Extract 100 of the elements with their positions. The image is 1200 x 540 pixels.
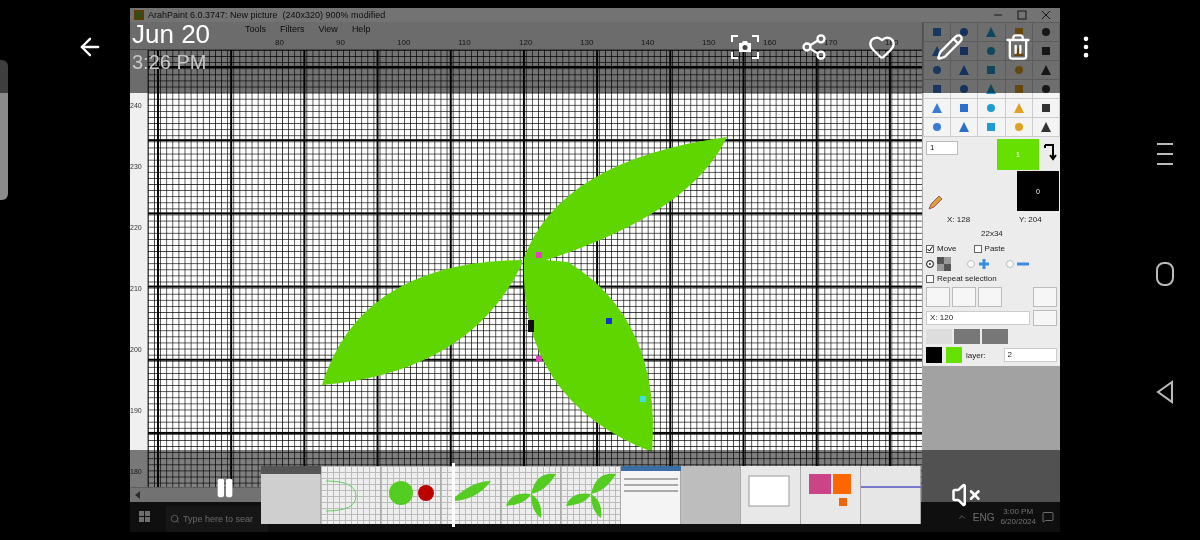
tool-glyph-icon (931, 83, 944, 95)
language-indicator[interactable]: ENG (972, 511, 995, 523)
tool-button[interactable] (951, 42, 978, 60)
checkbox-label: Paste (984, 244, 1006, 253)
ruler-label: 150 (702, 38, 716, 47)
home-icon[interactable] (1155, 260, 1175, 287)
ruler-label: 140 (641, 38, 655, 47)
checker-icon (937, 256, 951, 271)
tool-glyph-icon (985, 45, 998, 57)
video-thumbnail[interactable] (441, 466, 501, 524)
video-thumbnail[interactable] (561, 466, 621, 524)
tool-glyph-icon (1012, 83, 1025, 95)
layer-label: layer: (966, 350, 986, 360)
pen-size-field[interactable]: 1 (926, 141, 958, 155)
menu-item[interactable]: View (317, 24, 339, 34)
ruler-label: 100 (397, 38, 411, 47)
minus-icon (1017, 261, 1029, 266)
cursor-y: Y: 204 (1019, 215, 1042, 224)
edit-icon[interactable] (936, 32, 964, 61)
menu-item[interactable]: Filters (279, 24, 306, 34)
tool-glyph-icon (1012, 64, 1025, 76)
tool-button[interactable] (924, 80, 951, 98)
offset-field[interactable]: X: 120 (926, 311, 1030, 325)
tool-glyph-icon (985, 64, 998, 76)
video-thumbnail[interactable] (741, 466, 801, 524)
checkbox[interactable] (926, 274, 934, 283)
tool-button[interactable] (1005, 80, 1032, 98)
video-thumbnail[interactable] (501, 466, 561, 524)
menu-item[interactable]: Tools (244, 24, 267, 34)
tool-glyph-icon (958, 83, 971, 95)
pencil-icon[interactable] (927, 195, 943, 211)
cursor-x: X: 128 (947, 215, 971, 224)
scroll-left-icon[interactable] (134, 491, 142, 499)
tool-glyph-icon (1039, 26, 1052, 38)
tool-glyph-icon (985, 26, 998, 38)
video-thumbnail[interactable] (621, 466, 681, 524)
tool-glyph-icon (1012, 121, 1025, 133)
tool-glyph-icon (1012, 102, 1025, 114)
video-thumbnail[interactable] (861, 466, 921, 524)
tool-button[interactable] (1032, 99, 1059, 117)
tool-glyph-icon (931, 64, 944, 76)
radio-button[interactable] (926, 259, 934, 268)
video-thumbnail[interactable] (261, 466, 321, 524)
ruler-label: 120 (519, 38, 533, 47)
video-thumbnail[interactable] (801, 466, 861, 524)
layer-thumbnail[interactable] (946, 347, 962, 363)
tool-glyph-icon (931, 26, 944, 38)
tool-button[interactable] (978, 80, 1005, 98)
date-label: Jun 20 (132, 18, 211, 49)
radio-button[interactable] (967, 259, 975, 268)
tool-glyph-icon (958, 45, 971, 57)
tool-glyph-icon (985, 121, 998, 133)
ruler-label: 170 (824, 38, 838, 47)
ruler-label: 90 (336, 38, 345, 47)
tool-glyph-icon (931, 121, 944, 133)
checkbox[interactable] (973, 244, 982, 253)
tool-glyph-icon (1039, 45, 1052, 57)
tool-glyph-icon (1039, 102, 1052, 114)
tool-button[interactable] (951, 23, 978, 41)
radio-button[interactable] (1006, 259, 1014, 268)
tool-glyph-icon (985, 83, 998, 95)
chevron-up-icon[interactable] (956, 512, 967, 522)
delete-icon[interactable] (1004, 32, 1032, 61)
ruler-label: 80 (275, 38, 284, 47)
layer-thumbnail[interactable] (926, 347, 942, 363)
ruler-label: 130 (580, 38, 594, 47)
capture-frame-icon[interactable] (730, 33, 760, 60)
tool-glyph-icon (958, 26, 971, 38)
edge-panel-handle[interactable] (0, 60, 8, 200)
tool-button[interactable] (1032, 80, 1059, 98)
tool-button[interactable] (1032, 118, 1059, 136)
layer-field[interactable]: 2 (1003, 348, 1057, 362)
search-field[interactable]: Type here to sear (166, 506, 268, 532)
tool-glyph-icon (958, 121, 971, 133)
tool-glyph-icon (931, 45, 944, 57)
notification-icon[interactable] (1042, 511, 1054, 523)
taskbar-clock[interactable]: 3:00 PM 6/20/2024 (1000, 507, 1036, 527)
tool-glyph-icon (1039, 83, 1052, 95)
checkbox[interactable] (926, 244, 934, 253)
video-thumbnail[interactable] (681, 466, 741, 524)
ruler-label: 110 (458, 38, 471, 47)
timeline-strip[interactable] (261, 466, 921, 524)
selection-size: 22x34 (981, 229, 1003, 238)
tool-glyph-icon (1012, 26, 1025, 38)
search-icon (170, 514, 180, 524)
back-icon[interactable] (1155, 379, 1175, 404)
app-logo-icon (134, 10, 144, 20)
tool-glyph-icon (1039, 121, 1052, 133)
tool-glyph-icon (931, 102, 944, 114)
window-title: ArahPaint 6.0.3747: New picture (240x320) 900% modified (148, 10, 386, 20)
video-thumbnail[interactable] (381, 466, 441, 524)
menu-item[interactable]: Help (350, 24, 372, 34)
video-thumbnail[interactable] (321, 466, 381, 524)
tool-glyph-icon (958, 102, 971, 114)
playhead[interactable] (452, 463, 456, 527)
tool-button[interactable] (951, 80, 978, 98)
tool-glyph-icon (985, 102, 998, 114)
tool-glyph-icon (1039, 64, 1052, 76)
swap-arrow-icon[interactable] (1043, 143, 1057, 161)
tool-glyph-icon (958, 64, 971, 76)
